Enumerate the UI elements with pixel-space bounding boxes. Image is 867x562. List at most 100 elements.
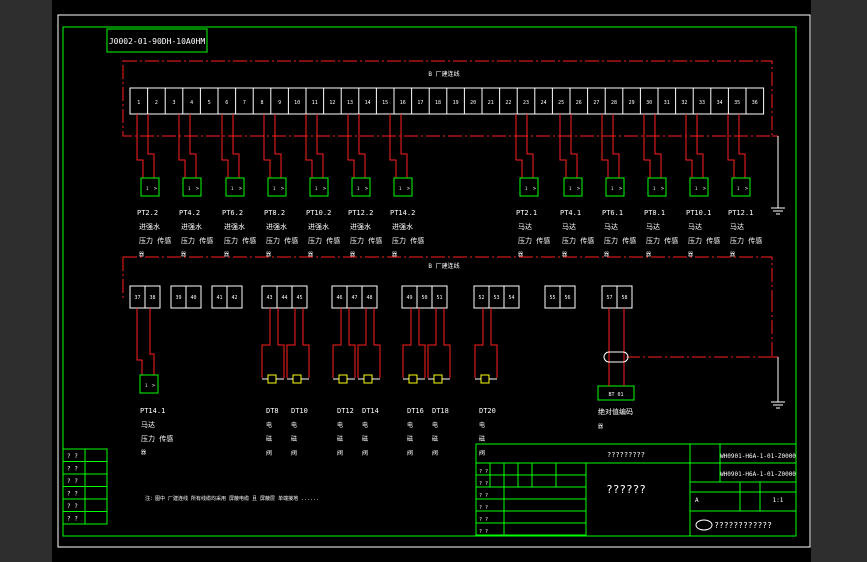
top-terminal-23: 23	[523, 100, 529, 106]
sensor-line2: 压力 传感	[308, 236, 340, 245]
top-terminal-9: 9	[278, 100, 281, 106]
valve-line-2: 阀	[407, 449, 413, 457]
top-terminal-29: 29	[629, 100, 635, 106]
sensor-line2: 压力 传感	[688, 236, 720, 245]
sensor-id-PT2.2: PT2.2	[137, 209, 158, 217]
top-terminal-35: 35	[734, 100, 740, 106]
bottom-terminal-40: 40	[190, 295, 196, 301]
top-terminal-18: 18	[435, 100, 441, 106]
encoder-box-label: BT 01	[608, 392, 623, 398]
sensor-line2: 压力 传感	[730, 236, 762, 245]
sensor-line3: 器	[141, 450, 146, 456]
bottom-terminal-52: 52	[478, 295, 484, 301]
top-terminal-19: 19	[453, 100, 459, 106]
sensor-id-PT10.1: PT10.1	[686, 209, 711, 217]
bottom-terminal-50: 50	[421, 295, 427, 301]
bottom-terminal-51: 51	[436, 295, 442, 301]
top-terminal-1: 1	[137, 100, 140, 106]
sensor-line1: 进强水	[139, 222, 160, 231]
valve-line-1: 磁	[479, 435, 485, 443]
top-terminal-36: 36	[752, 100, 758, 106]
valve-id-DT18: DT18	[432, 407, 449, 415]
sensor-line1: 进强水	[224, 222, 245, 231]
valve-line-0: 电	[337, 421, 343, 429]
sensor-pin: >	[577, 186, 580, 192]
top-terminal-4: 4	[190, 100, 193, 106]
bottom-bus-label: B 厂建连线	[428, 262, 459, 270]
bottom-terminal-55: 55	[549, 295, 555, 301]
company-name: ????????????	[714, 521, 772, 530]
sensor-id-PT8.2: PT8.2	[264, 209, 285, 217]
bottom-terminal-58: 58	[621, 295, 627, 301]
sensor-line2: 压力 传感	[350, 236, 382, 245]
top-terminal-34: 34	[717, 100, 723, 106]
sensor-line1: 马达	[518, 222, 532, 231]
sensor-line2: 压力 传感	[604, 236, 636, 245]
valve-line-1: 磁	[266, 435, 272, 443]
sensor-line2: 压力 传感	[392, 236, 424, 245]
top-terminal-6: 6	[225, 100, 228, 106]
encoder-line2: 器	[598, 424, 603, 430]
top-terminal-30: 30	[646, 100, 652, 106]
sensor-line1: 马达	[141, 420, 155, 429]
top-terminal-15: 15	[382, 100, 388, 106]
valve-line-0: 电	[362, 421, 368, 429]
bottom-terminal-41: 41	[216, 295, 222, 301]
sensor-line2: 压力 传感	[224, 236, 256, 245]
sensor-pin: >	[619, 186, 622, 192]
top-terminal-20: 20	[470, 100, 476, 106]
sensor-pin: >	[323, 186, 326, 192]
left-mark-0: ? ?	[67, 453, 78, 460]
sensor-id-PT14.1: PT14.1	[140, 407, 165, 415]
valve-line-0: 电	[432, 421, 438, 429]
schematic-svg: J0002-01-90DH-10A0HM B 厂建连线1 2 3 4 5 6 7 8 9 10 11…	[57, 14, 811, 548]
sensor-line1: 马达	[604, 222, 618, 231]
valve-line-0: 电	[479, 421, 485, 429]
left-mark-5: ? ?	[67, 516, 78, 523]
sensor-id-PT8.1: PT8.1	[644, 209, 665, 217]
sensor-line2: 压力 传感	[266, 236, 298, 245]
grid-mark-0: ? ?	[479, 469, 488, 475]
valve-id-DT16: DT16	[407, 407, 424, 415]
sensor-pin: >	[661, 186, 664, 192]
bottom-terminal-44: 44	[281, 295, 287, 301]
sensor-id-PT4.1: PT4.1	[560, 209, 581, 217]
valve-line-2: 阀	[479, 449, 485, 457]
sensor-line2: 压力 传感	[646, 236, 678, 245]
top-terminal-28: 28	[611, 100, 617, 106]
sensor-line2: 压力 传感	[139, 236, 171, 245]
bottom-terminal-37: 37	[134, 295, 140, 301]
top-terminal-26: 26	[576, 100, 582, 106]
bottom-terminal-53: 53	[493, 295, 499, 301]
valve-line-2: 阀	[291, 449, 297, 457]
bottom-terminal-57: 57	[606, 295, 612, 301]
valve-id-DT10: DT10	[291, 407, 308, 415]
top-terminal-10: 10	[294, 100, 300, 106]
title-center-main: ??????	[606, 483, 646, 496]
top-terminal-22: 22	[505, 100, 511, 106]
bottom-terminal-38: 38	[149, 295, 155, 301]
sensor-pin: >	[152, 383, 155, 389]
bottom-terminal-56: 56	[564, 295, 570, 301]
top-terminal-32: 32	[681, 100, 687, 106]
valve-id-DT12: DT12	[337, 407, 354, 415]
bottom-terminal-43: 43	[266, 295, 272, 301]
top-terminal-25: 25	[558, 100, 564, 106]
sensor-line2: 压力 传感	[141, 434, 173, 443]
top-terminal-33: 33	[699, 100, 705, 106]
top-terminal-21: 21	[488, 100, 494, 106]
top-terminal-7: 7	[243, 100, 246, 106]
drawing-code-2: WH0901-H6A-1-01-Z0000	[720, 471, 796, 478]
sensor-line1: 马达	[562, 222, 576, 231]
bottom-terminal-49: 49	[406, 295, 412, 301]
sensor-id-PT12.2: PT12.2	[348, 209, 373, 217]
sensor-line2: 压力 传感	[518, 236, 550, 245]
sensor-line1: 马达	[646, 222, 660, 231]
top-terminal-16: 16	[400, 100, 406, 106]
sensor-line1: 进强水	[392, 222, 413, 231]
top-terminal-5: 5	[208, 100, 211, 106]
scale-b: 1:1	[773, 497, 784, 504]
valve-line-0: 电	[407, 421, 413, 429]
grid-mark-5: ? ?	[479, 529, 488, 535]
sensor-id-PT12.1: PT12.1	[728, 209, 753, 217]
